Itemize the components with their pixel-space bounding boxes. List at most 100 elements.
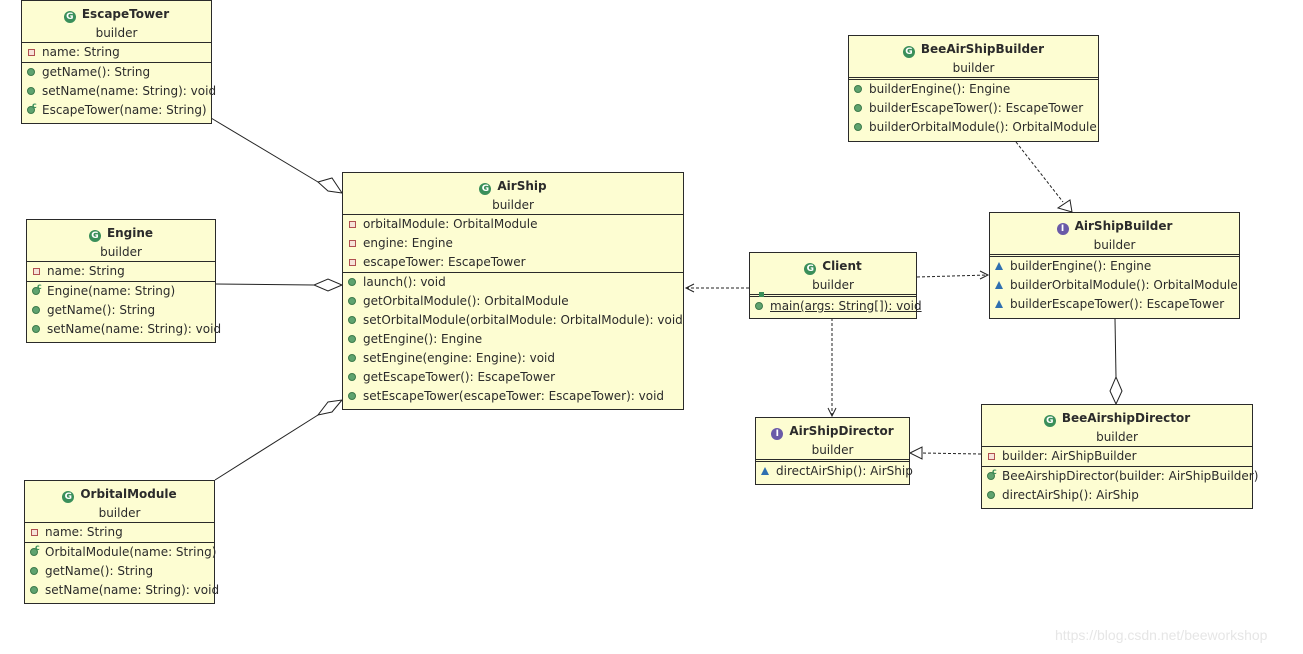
method: setEscapeTower(escapeTower: EscapeTower)…	[343, 387, 683, 406]
private-field-icon	[32, 268, 40, 275]
public-method-icon	[30, 586, 38, 594]
realization-beeairshipdirector-airshipdirector	[908, 446, 982, 460]
public-method-icon	[32, 325, 40, 333]
private-field-icon	[30, 529, 38, 536]
field: orbitalModule: OrbitalModule	[343, 215, 683, 234]
aggregation-orbitalmodule-airship	[214, 399, 344, 481]
method: builderEngine(): Engine	[990, 257, 1239, 276]
realization-beeairshipbuilder-airshipbuilder	[1015, 141, 1073, 213]
method: getEngine(): Engine	[343, 330, 683, 349]
field: name: String	[25, 523, 214, 542]
dependency-client-airshipbuilder	[916, 270, 990, 280]
field: engine: Engine	[343, 234, 683, 253]
method: directAirShip(): AirShip	[982, 486, 1252, 505]
public-method-icon	[348, 316, 356, 324]
package-name: builder	[952, 61, 995, 75]
package-name: builder	[1093, 238, 1136, 252]
package-name: builder	[811, 443, 854, 457]
public-method-icon	[348, 297, 356, 305]
public-method-icon	[348, 335, 356, 343]
method: getName(): String	[22, 63, 211, 82]
package-name: builder	[95, 26, 138, 40]
class-name: AirShip	[497, 179, 547, 193]
method: main(args: String[]): void	[750, 292, 922, 316]
class-escapetower[interactable]: G EscapeTower builder name: String getNam…	[21, 0, 216, 124]
aggregation-engine-airship	[214, 278, 344, 292]
method: directAirShip(): AirShip	[756, 462, 913, 481]
aggregation-airshipbuilder-beeairshipdirector	[1109, 318, 1123, 406]
method: c EscapeTower(name: String)	[22, 101, 211, 120]
private-field-icon	[348, 240, 356, 247]
package-name: builder	[812, 278, 854, 292]
class-name: EscapeTower	[81, 7, 170, 21]
abstract-method-icon	[995, 262, 1003, 270]
interface-name: AirShipDirector	[789, 424, 894, 438]
class-client[interactable]: G Client builder main(args: String[]): vo…	[749, 252, 922, 319]
public-method-icon	[348, 373, 356, 381]
public-method-icon	[854, 104, 862, 112]
dependency-client-airship	[684, 283, 749, 293]
public-method-icon	[348, 392, 356, 400]
field: builder: AirShipBuilder	[982, 447, 1252, 466]
public-method-icon	[30, 567, 38, 575]
public-method-icon	[27, 68, 35, 76]
interface-airshipbuilder[interactable]: I AirShipBuilder builder builderEngine():…	[989, 212, 1240, 319]
class-icon: G	[479, 183, 492, 195]
method: c BeeAirshipDirector(builder: AirShipBuil…	[982, 467, 1258, 486]
method: setOrbitalModule(orbitalModule: OrbitalM…	[343, 311, 683, 330]
class-icon: G	[804, 263, 817, 275]
abstract-method-icon	[761, 467, 769, 475]
private-field-icon	[348, 221, 356, 228]
package-name: builder	[1096, 430, 1138, 444]
private-field-icon	[27, 49, 35, 56]
method: getName(): String	[27, 301, 215, 320]
public-method-icon	[27, 87, 35, 95]
method: setName(name: String): void	[27, 320, 221, 339]
class-name: BeeAirShipBuilder	[920, 42, 1045, 56]
method: builderEngine(): Engine	[849, 80, 1098, 99]
class-airship[interactable]: G AirShip builder orbitalModule: OrbitalM…	[342, 172, 684, 410]
class-name: BeeAirshipDirector	[1061, 411, 1191, 425]
method: builderEscapeTower(): EscapeTower	[849, 99, 1098, 118]
method: builderOrbitalModule(): OrbitalModule	[990, 276, 1239, 295]
watermark: https://blog.csdn.net/beeworkshop	[1055, 627, 1268, 643]
field: name: String	[22, 43, 211, 62]
public-method-icon	[854, 85, 862, 93]
interface-icon: I	[1056, 223, 1069, 235]
class-icon: G	[1043, 415, 1056, 427]
public-method-icon	[32, 306, 40, 314]
field: name: String	[27, 262, 215, 281]
interface-airshipdirector[interactable]: I AirShipDirector builder directAirShip()…	[755, 417, 913, 485]
method: launch(): void	[343, 273, 683, 292]
class-name: Client	[822, 259, 862, 273]
public-method-icon	[987, 491, 995, 499]
package-name: builder	[98, 506, 141, 520]
package-name: builder	[100, 245, 142, 259]
dependency-client-airshipdirector	[827, 318, 837, 418]
private-field-icon	[987, 453, 995, 460]
method: setName(name: String): void	[25, 581, 219, 600]
class-beeairshipbuilder[interactable]: G BeeAirShipBuilder builder builderEngine…	[848, 35, 1099, 142]
public-method-icon	[854, 123, 862, 131]
class-name: OrbitalModule	[80, 487, 177, 501]
public-method-icon	[348, 278, 356, 286]
private-field-icon	[348, 259, 356, 266]
method: getOrbitalModule(): OrbitalModule	[343, 292, 683, 311]
class-beeairshipdirector[interactable]: G BeeAirshipDirector builder builder: Air…	[981, 404, 1258, 509]
class-engine[interactable]: G Engine builder name: String c Engine(nam…	[26, 219, 221, 343]
class-icon: G	[902, 46, 915, 58]
method: setName(name: String): void	[22, 82, 216, 101]
class-orbitalmodule[interactable]: G OrbitalModule builder name: String c Orb…	[24, 480, 219, 604]
abstract-method-icon	[995, 281, 1003, 289]
aggregation-escapetower-airship	[210, 117, 344, 194]
class-name: Engine	[106, 226, 154, 240]
class-icon: G	[62, 491, 75, 503]
class-icon: G	[88, 230, 101, 242]
method: getName(): String	[25, 562, 214, 581]
public-method-icon	[348, 354, 356, 362]
interface-name: AirShipBuilder	[1074, 219, 1173, 233]
method: c OrbitalModule(name: String)	[25, 543, 216, 562]
method: builderEscapeTower(): EscapeTower	[990, 295, 1239, 314]
package-name: builder	[492, 198, 534, 212]
method: builderOrbitalModule(): OrbitalModule	[849, 118, 1098, 137]
